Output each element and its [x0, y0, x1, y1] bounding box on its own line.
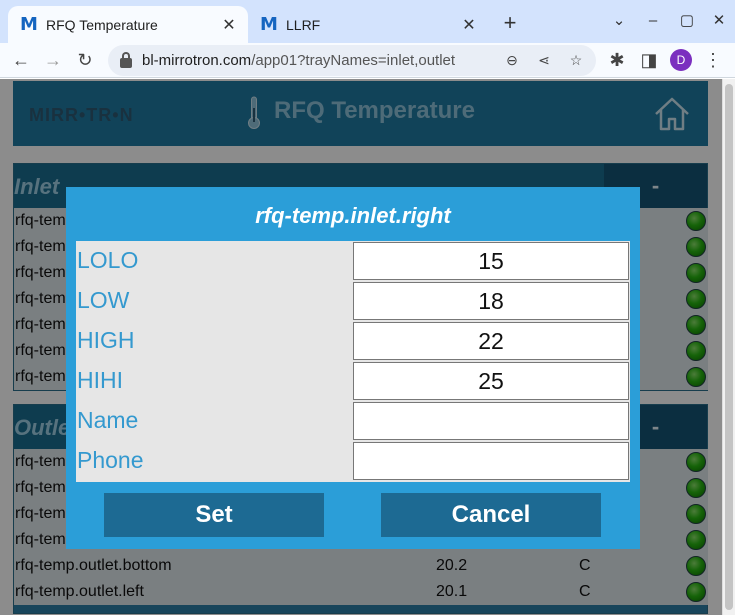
- minimize-icon[interactable]: –: [640, 8, 666, 34]
- back-icon[interactable]: ←: [8, 47, 34, 73]
- high-input[interactable]: [353, 322, 629, 360]
- alarm-limits-dialog: rfq-temp.inlet.right LOLO LOW HIGH HIHI …: [66, 187, 640, 549]
- low-input[interactable]: [353, 282, 629, 320]
- tab-llrf[interactable]: M LLRF ✕: [248, 6, 488, 43]
- hihi-input[interactable]: [353, 362, 629, 400]
- lolo-input[interactable]: [353, 242, 629, 280]
- address-bar[interactable]: bl-mirrotron.com/app01?trayNames=inlet,o…: [108, 45, 596, 76]
- mirrotron-favicon-icon: M: [260, 13, 278, 35]
- zoom-icon[interactable]: ⊖: [500, 45, 524, 76]
- name-input[interactable]: [353, 402, 629, 440]
- tab-title: RFQ Temperature: [46, 16, 158, 33]
- close-icon[interactable]: ✕: [458, 15, 480, 35]
- url-path: /app01?trayNames=inlet,outlet: [251, 52, 456, 69]
- mirrotron-favicon-icon: M: [20, 13, 38, 35]
- close-icon[interactable]: ✕: [218, 15, 240, 35]
- forward-icon[interactable]: →: [40, 47, 66, 73]
- share-icon[interactable]: ⋖: [532, 45, 556, 76]
- window-close-icon[interactable]: ✕: [706, 8, 732, 34]
- cancel-button[interactable]: Cancel: [381, 493, 601, 537]
- reload-icon[interactable]: ↻: [72, 47, 98, 73]
- tab-rfq-temperature[interactable]: M RFQ Temperature ✕: [8, 6, 248, 43]
- hihi-label: HIHI: [77, 367, 123, 393]
- browser-toolbar: ← → ↻ bl-mirrotron.com/app01?trayNames=i…: [0, 43, 735, 78]
- tab-strip: M RFQ Temperature ✕ M LLRF ✕ + ⌄ – ▢ ✕: [0, 0, 735, 43]
- scrollbar-thumb[interactable]: [725, 84, 733, 610]
- maximize-icon[interactable]: ▢: [674, 8, 700, 34]
- new-tab-button[interactable]: +: [496, 10, 524, 38]
- tab-search-icon[interactable]: ⌄: [606, 8, 632, 34]
- menu-kebab-icon[interactable]: ⋮: [700, 47, 726, 73]
- limits-form: LOLO LOW HIGH HIHI Name Phone: [76, 241, 630, 482]
- high-label: HIGH: [77, 327, 135, 353]
- extensions-icon[interactable]: ✱: [604, 47, 630, 73]
- profile-avatar[interactable]: D: [670, 49, 692, 71]
- dialog-title: rfq-temp.inlet.right: [255, 203, 451, 228]
- side-panel-icon[interactable]: ◨: [636, 47, 662, 73]
- set-button[interactable]: Set: [104, 493, 324, 537]
- bookmark-star-icon[interactable]: ☆: [564, 45, 588, 76]
- phone-input[interactable]: [353, 442, 629, 480]
- tab-title: LLRF: [286, 16, 321, 33]
- url-host: bl-mirrotron.com: [142, 52, 252, 69]
- name-label: Name: [77, 407, 139, 433]
- lock-icon: [120, 51, 132, 68]
- low-label: LOW: [77, 287, 130, 313]
- phone-label: Phone: [77, 447, 144, 473]
- lolo-label: LOLO: [77, 247, 139, 273]
